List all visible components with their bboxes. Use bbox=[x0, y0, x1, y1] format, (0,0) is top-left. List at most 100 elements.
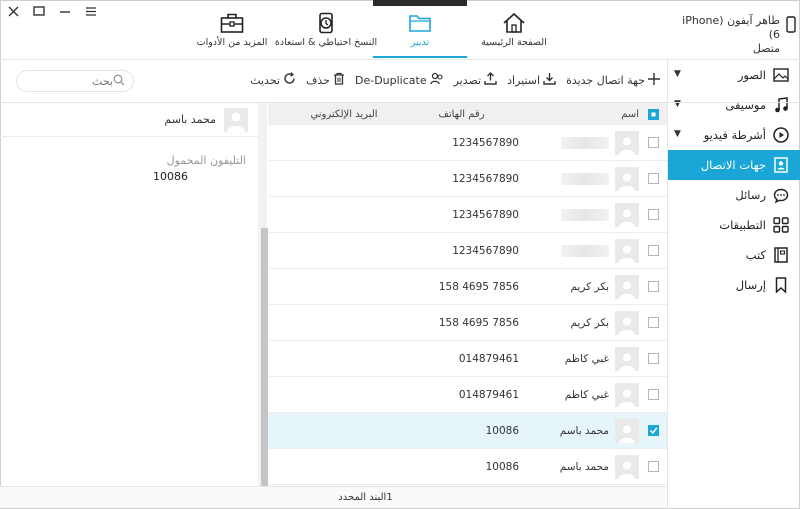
plus-icon bbox=[648, 72, 660, 88]
contacts-table: اسم رقم الهاتف البريد الإلكتروني 1234567… bbox=[268, 103, 667, 485]
tab-more-tools-label: المزيد من الأدوات bbox=[196, 37, 268, 48]
search-input[interactable] bbox=[33, 74, 113, 88]
cell-name bbox=[519, 238, 639, 263]
cell-name bbox=[519, 166, 639, 191]
avatar bbox=[615, 202, 639, 227]
tab-more-tools[interactable]: المزيد من الأدوات bbox=[185, 0, 279, 58]
row-checkbox[interactable] bbox=[647, 461, 659, 472]
book-icon bbox=[772, 246, 790, 264]
contact-phone: 014879461 bbox=[458, 388, 519, 401]
tab-backup-restore[interactable]: النسخ احتياطي & استعادة bbox=[275, 0, 377, 58]
device-status: متصل bbox=[752, 42, 780, 55]
dedupe-button[interactable]: De-Duplicate bbox=[355, 72, 444, 88]
table-row[interactable]: محمد باسم 10086 bbox=[268, 449, 667, 485]
tab-home[interactable]: الصفحة الرئيسية bbox=[467, 0, 561, 58]
table-row[interactable]: 1234567890 bbox=[268, 125, 667, 161]
search-icon bbox=[113, 74, 125, 89]
top-navigation: المزيد من الأدوات النسخ احتياطي & استعاد… bbox=[185, 0, 561, 58]
delete-label: حذف bbox=[306, 73, 330, 87]
row-checkbox[interactable] bbox=[647, 245, 659, 256]
maximize-icon[interactable] bbox=[32, 4, 46, 18]
cell-phone: 1234567890 bbox=[404, 245, 519, 257]
table-row[interactable]: 1234567890 bbox=[268, 161, 667, 197]
detail-header: محمد باسم bbox=[0, 103, 258, 137]
tab-manage[interactable]: تدبير bbox=[373, 0, 467, 58]
avatar bbox=[615, 130, 639, 155]
refresh-icon bbox=[283, 72, 296, 88]
search-box[interactable] bbox=[16, 70, 134, 92]
dedupe-label: De-Duplicate bbox=[354, 73, 427, 87]
blurred-name bbox=[561, 208, 609, 221]
table-row[interactable]: 1234567890 bbox=[268, 197, 667, 233]
detail-contact-name: محمد باسم bbox=[164, 113, 216, 126]
sidebar-item-music[interactable]: موسيقى ▼ bbox=[668, 90, 800, 120]
sidebar-item-contacts[interactable]: جهات الاتصال bbox=[668, 150, 800, 180]
chevron-down-icon[interactable]: ▼ bbox=[674, 69, 681, 79]
delete-button[interactable]: حذف bbox=[306, 72, 345, 88]
row-checkbox[interactable] bbox=[647, 389, 659, 400]
table-row[interactable]: محمد باسم 10086 bbox=[268, 413, 667, 449]
table-header: اسم رقم الهاتف البريد الإلكتروني bbox=[268, 103, 667, 125]
sidebar-item-send[interactable]: إرسال bbox=[668, 270, 800, 300]
sidebar-item-videos[interactable]: أشرطة فيديو ▼ bbox=[668, 120, 800, 150]
table-row[interactable]: غبي كاظم 014879461 bbox=[268, 377, 667, 413]
scrollbar-thumb[interactable] bbox=[261, 228, 268, 486]
cell-name: غبي كاظم bbox=[519, 382, 639, 407]
trash-icon bbox=[333, 72, 345, 88]
row-checkbox[interactable] bbox=[647, 137, 659, 148]
import-label: استيراد bbox=[507, 73, 541, 87]
window-controls bbox=[6, 4, 98, 18]
sidebar-item-photos[interactable]: الصور ▼ bbox=[668, 60, 800, 90]
contact-phone: 158 4695 7856 bbox=[438, 280, 519, 293]
export-button[interactable]: تصدير bbox=[454, 72, 498, 88]
contact-name: بكر كريم bbox=[570, 280, 609, 293]
header-email[interactable]: البريد الإلكتروني bbox=[284, 109, 404, 120]
cell-phone: 1234567890 bbox=[404, 209, 519, 221]
sidebar-item-label: جهات الاتصال bbox=[700, 158, 766, 172]
contacts-toolbar: جهة اتصال جديدة استيراد تصدير De-Duplica… bbox=[250, 66, 660, 94]
apps-icon bbox=[772, 216, 790, 234]
avatar bbox=[615, 166, 639, 191]
header-phone[interactable]: رقم الهاتف bbox=[404, 109, 519, 120]
chevron-down-icon[interactable]: ▼ bbox=[674, 129, 681, 139]
chevron-down-icon[interactable]: ▼ bbox=[674, 99, 681, 109]
select-all-checkbox[interactable] bbox=[647, 108, 659, 120]
row-checkbox[interactable] bbox=[647, 353, 659, 364]
sidebar-item-apps[interactable]: التطبيقات bbox=[668, 210, 800, 240]
table-row[interactable]: بكر كريم 158 4695 7856 bbox=[268, 269, 667, 305]
music-icon bbox=[772, 96, 790, 114]
cell-name bbox=[519, 202, 639, 227]
table-row[interactable]: بكر كريم 158 4695 7856 bbox=[268, 305, 667, 341]
import-button[interactable]: استيراد bbox=[507, 72, 556, 88]
cell-name: غبي كاظم bbox=[519, 346, 639, 371]
detail-body: التليفون المحمول 10086 bbox=[0, 137, 258, 183]
row-checkbox[interactable] bbox=[647, 173, 659, 184]
contact-name: محمد باسم bbox=[559, 424, 609, 437]
contact-phone: 1234567890 bbox=[452, 208, 519, 221]
export-icon bbox=[484, 72, 497, 88]
cell-name: محمد باسم bbox=[519, 418, 639, 443]
new-contact-label: جهة اتصال جديدة bbox=[566, 73, 645, 87]
contact-phone: 1234567890 bbox=[452, 172, 519, 185]
minimize-icon[interactable] bbox=[58, 4, 72, 18]
menu-icon[interactable] bbox=[84, 4, 98, 18]
contact-detail-panel: محمد باسم التليفون المحمول 10086 bbox=[0, 103, 258, 486]
sidebar-item-books[interactable]: كتب bbox=[668, 240, 800, 270]
contact-name: بكر كريم bbox=[570, 316, 609, 329]
table-row[interactable]: 1234567890 bbox=[268, 233, 667, 269]
home-icon bbox=[502, 12, 526, 34]
refresh-button[interactable]: تحديث bbox=[250, 72, 296, 88]
table-row[interactable]: غبي كاظم 014879461 bbox=[268, 341, 667, 377]
row-checkbox[interactable] bbox=[647, 425, 659, 436]
row-checkbox[interactable] bbox=[647, 281, 659, 292]
sidebar-item-messages[interactable]: رسائل bbox=[668, 180, 800, 210]
header-name[interactable]: اسم bbox=[519, 109, 639, 120]
row-checkbox[interactable] bbox=[647, 317, 659, 328]
new-contact-button[interactable]: جهة اتصال جديدة bbox=[566, 72, 660, 88]
avatar bbox=[615, 346, 639, 371]
contact-name: غبي كاظم bbox=[564, 388, 609, 401]
avatar bbox=[615, 418, 639, 443]
contact-name: غبي كاظم bbox=[564, 352, 609, 365]
close-icon[interactable] bbox=[6, 4, 20, 18]
row-checkbox[interactable] bbox=[647, 209, 659, 220]
